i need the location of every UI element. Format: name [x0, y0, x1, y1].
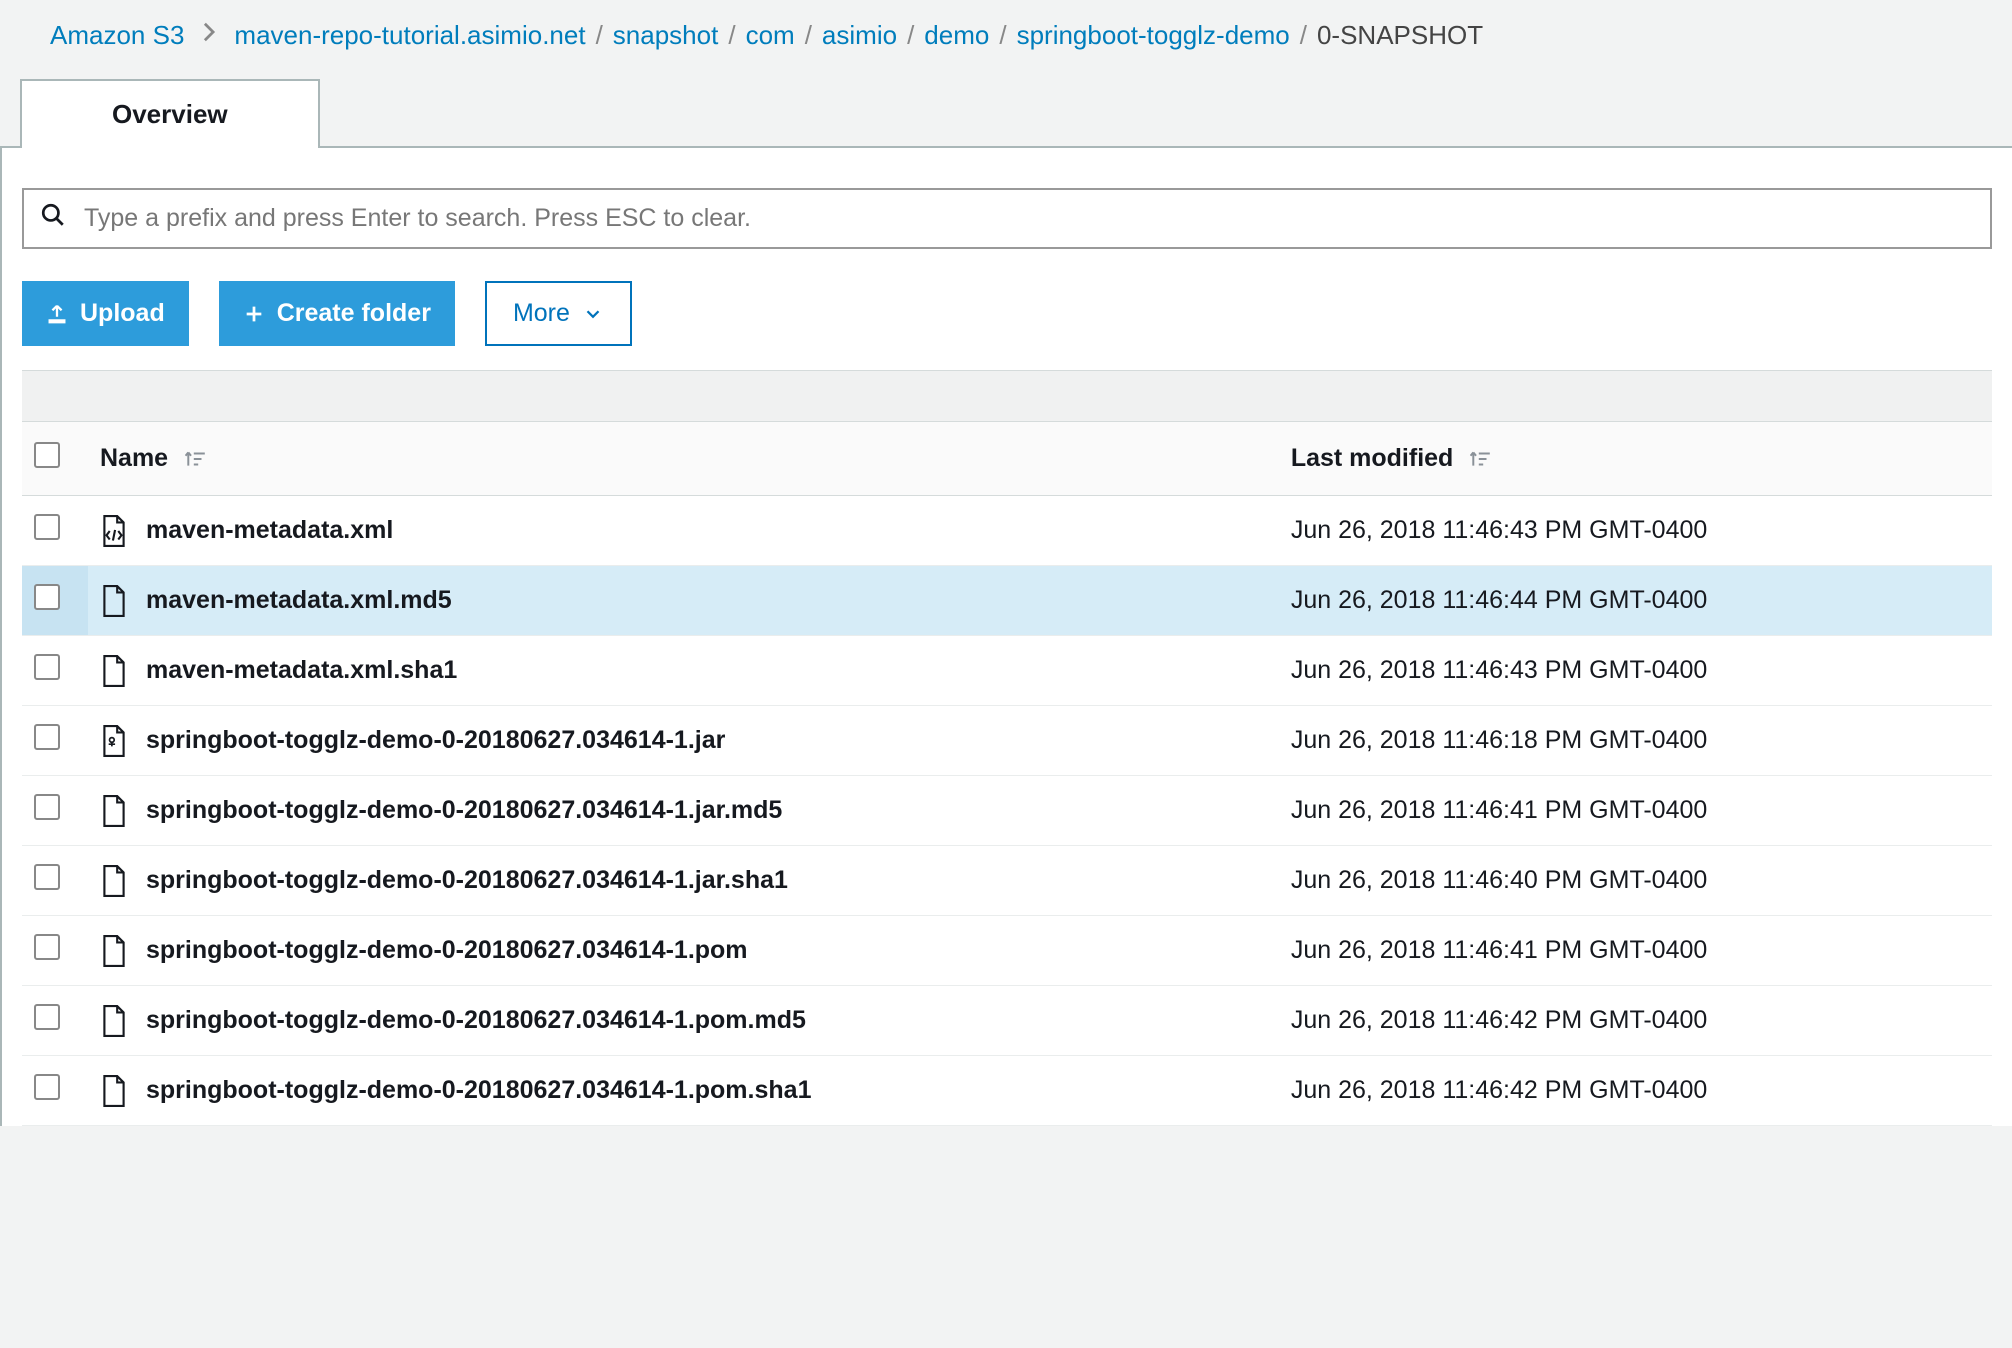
breadcrumb-current: 0-SNAPSHOT	[1317, 20, 1483, 51]
breadcrumb-separator: /	[805, 20, 812, 51]
breadcrumb-link[interactable]: maven-repo-tutorial.asimio.net	[234, 20, 585, 51]
tab-overview[interactable]: Overview	[20, 79, 320, 148]
row-checkbox[interactable]	[34, 934, 60, 960]
search-box[interactable]	[22, 188, 1992, 249]
file-name: springboot-togglz-demo-0-20180627.034614…	[146, 1006, 806, 1035]
table-row[interactable]: maven-metadata.xml.md5 Jun 26, 2018 11:46…	[22, 566, 1992, 636]
chevron-down-icon	[582, 303, 604, 325]
upload-button[interactable]: Upload	[22, 281, 189, 346]
column-header-name-label: Name	[100, 444, 168, 472]
breadcrumb-separator: /	[907, 20, 914, 51]
file-name: springboot-togglz-demo-0-20180627.034614…	[146, 796, 782, 825]
more-button[interactable]: More	[485, 281, 632, 346]
plus-icon	[243, 303, 265, 325]
table-row[interactable]: springboot-togglz-demo-0-20180627.034614…	[22, 846, 1992, 916]
search-input[interactable]	[84, 204, 1974, 233]
row-checkbox[interactable]	[34, 654, 60, 680]
breadcrumb-separator: /	[1300, 20, 1307, 51]
table-row[interactable]: maven-metadata.xml.sha1 Jun 26, 2018 11:4…	[22, 636, 1992, 706]
last-modified-cell: Jun 26, 2018 11:46:41 PM GMT-0400	[1279, 916, 1992, 986]
last-modified-cell: Jun 26, 2018 11:46:43 PM GMT-0400	[1279, 636, 1992, 706]
create-folder-label: Create folder	[277, 299, 431, 328]
upload-label: Upload	[80, 299, 165, 328]
breadcrumb: Amazon S3 maven-repo-tutorial.asimio.net…	[0, 0, 2012, 77]
sort-icon	[1470, 450, 1492, 468]
breadcrumb-link[interactable]: snapshot	[613, 20, 719, 51]
object-table: Name Last modified maven-metadata.xml Jun…	[22, 422, 1992, 1126]
search-icon	[40, 202, 66, 235]
chevron-right-icon	[198, 21, 220, 50]
table-row[interactable]: maven-metadata.xml Jun 26, 2018 11:46:43 …	[22, 496, 1992, 566]
column-header-last-modified[interactable]: Last modified	[1279, 422, 1992, 496]
file-name: maven-metadata.xml.sha1	[146, 656, 457, 685]
column-header-select	[22, 422, 88, 496]
file-name: maven-metadata.xml.md5	[146, 586, 452, 615]
file-icon	[100, 1075, 128, 1107]
file-icon	[100, 1005, 128, 1037]
column-header-name[interactable]: Name	[88, 422, 1279, 496]
breadcrumb-root-link[interactable]: Amazon S3	[50, 20, 184, 51]
file-icon	[100, 585, 128, 617]
file-icon	[100, 795, 128, 827]
sort-icon	[185, 450, 207, 468]
row-checkbox[interactable]	[34, 794, 60, 820]
table-row[interactable]: springboot-togglz-demo-0-20180627.034614…	[22, 916, 1992, 986]
action-bar: Upload Create folder More	[2, 273, 2012, 370]
row-checkbox[interactable]	[34, 584, 60, 610]
file-name: springboot-togglz-demo-0-20180627.034614…	[146, 1076, 811, 1105]
breadcrumb-link[interactable]: demo	[924, 20, 989, 51]
more-label: More	[513, 299, 570, 328]
last-modified-cell: Jun 26, 2018 11:46:44 PM GMT-0400	[1279, 566, 1992, 636]
last-modified-cell: Jun 26, 2018 11:46:42 PM GMT-0400	[1279, 986, 1992, 1056]
file-icon	[100, 515, 128, 547]
last-modified-cell: Jun 26, 2018 11:46:40 PM GMT-0400	[1279, 846, 1992, 916]
breadcrumb-separator: /	[596, 20, 603, 51]
column-header-last-modified-label: Last modified	[1291, 444, 1454, 472]
upload-icon	[46, 303, 68, 325]
file-icon	[100, 725, 128, 757]
table-row[interactable]: springboot-togglz-demo-0-20180627.034614…	[22, 986, 1992, 1056]
file-icon	[100, 865, 128, 897]
tab-bar: Overview	[0, 77, 2012, 148]
file-icon	[100, 935, 128, 967]
breadcrumb-separator: /	[999, 20, 1006, 51]
table-row[interactable]: springboot-togglz-demo-0-20180627.034614…	[22, 1056, 1992, 1126]
file-name: springboot-togglz-demo-0-20180627.034614…	[146, 866, 788, 895]
last-modified-cell: Jun 26, 2018 11:46:42 PM GMT-0400	[1279, 1056, 1992, 1126]
file-name: springboot-togglz-demo-0-20180627.034614…	[146, 936, 748, 965]
file-name: springboot-togglz-demo-0-20180627.034614…	[146, 726, 725, 755]
create-folder-button[interactable]: Create folder	[219, 281, 455, 346]
last-modified-cell: Jun 26, 2018 11:46:18 PM GMT-0400	[1279, 706, 1992, 776]
last-modified-cell: Jun 26, 2018 11:46:43 PM GMT-0400	[1279, 496, 1992, 566]
last-modified-cell: Jun 26, 2018 11:46:41 PM GMT-0400	[1279, 776, 1992, 846]
row-checkbox[interactable]	[34, 724, 60, 750]
row-checkbox[interactable]	[34, 1004, 60, 1030]
table-row[interactable]: springboot-togglz-demo-0-20180627.034614…	[22, 776, 1992, 846]
row-checkbox[interactable]	[34, 1074, 60, 1100]
breadcrumb-link[interactable]: springboot-togglz-demo	[1017, 20, 1290, 51]
row-checkbox[interactable]	[34, 514, 60, 540]
select-all-checkbox[interactable]	[34, 442, 60, 468]
breadcrumb-link[interactable]: asimio	[822, 20, 897, 51]
table-row[interactable]: springboot-togglz-demo-0-20180627.034614…	[22, 706, 1992, 776]
content-panel: Upload Create folder More Name	[0, 148, 2012, 1126]
breadcrumb-link[interactable]: com	[746, 20, 795, 51]
table-top-divider	[22, 370, 1992, 422]
breadcrumb-separator: /	[728, 20, 735, 51]
file-icon	[100, 655, 128, 687]
row-checkbox[interactable]	[34, 864, 60, 890]
file-name: maven-metadata.xml	[146, 516, 393, 545]
